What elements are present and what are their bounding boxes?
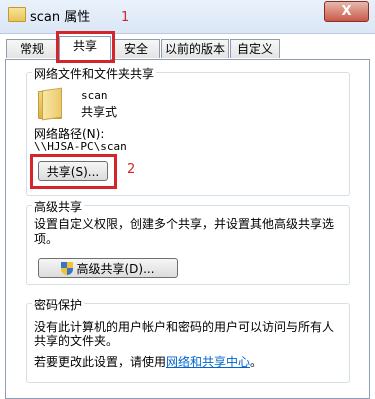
folder-name: scan	[81, 89, 108, 102]
advanced-sharing-description-2: 项。	[34, 232, 59, 246]
advanced-sharing-button-label: 高级共享(D)...	[76, 262, 155, 276]
tab-previous-versions[interactable]: 以前的版本	[161, 39, 229, 58]
password-protection-change-text: 若要更改此设置，请使用网络和共享中心。	[34, 353, 262, 370]
tab-customize[interactable]: 自定义	[230, 39, 280, 58]
window-title: scan 属性	[30, 10, 91, 25]
annotation-box-share-button	[30, 154, 117, 189]
annotation-marker-1: 1	[121, 10, 130, 25]
share-state: 共享式	[81, 105, 118, 119]
uac-shield-icon	[61, 262, 74, 275]
properties-window: scan 属性 X 1 常规 共享 安全 以前的版本 自定义 网络文件和文件夹共…	[0, 0, 375, 399]
change-suffix: 。	[250, 355, 263, 369]
folder-icon	[8, 7, 26, 22]
annotation-marker-2: 2	[127, 162, 136, 177]
change-prefix: 若要更改此设置，请使用	[34, 355, 167, 369]
network-path-value: \\HJSA-PC\scan	[34, 140, 127, 153]
network-sharing-title: 网络文件和文件夹共享	[32, 65, 157, 82]
tab-general[interactable]: 常规	[6, 39, 58, 58]
close-button[interactable]: X	[324, 1, 369, 22]
shared-folder-icon	[38, 87, 64, 121]
annotation-box-tab	[56, 31, 115, 63]
tab-security[interactable]: 安全	[112, 39, 160, 58]
password-protection-line-2: 共享的文件夹。	[34, 334, 119, 348]
password-protection-title: 密码保护	[32, 296, 85, 313]
advanced-sharing-description-1: 设置自定义权限，创建多个共享，并设置其他高级共享选	[34, 217, 335, 231]
advanced-sharing-button[interactable]: 高级共享(D)...	[38, 258, 178, 278]
advanced-sharing-title: 高级共享	[32, 198, 85, 215]
title-bar[interactable]: scan 属性 X	[0, 0, 375, 34]
network-sharing-center-link[interactable]: 网络和共享中心	[166, 355, 250, 369]
